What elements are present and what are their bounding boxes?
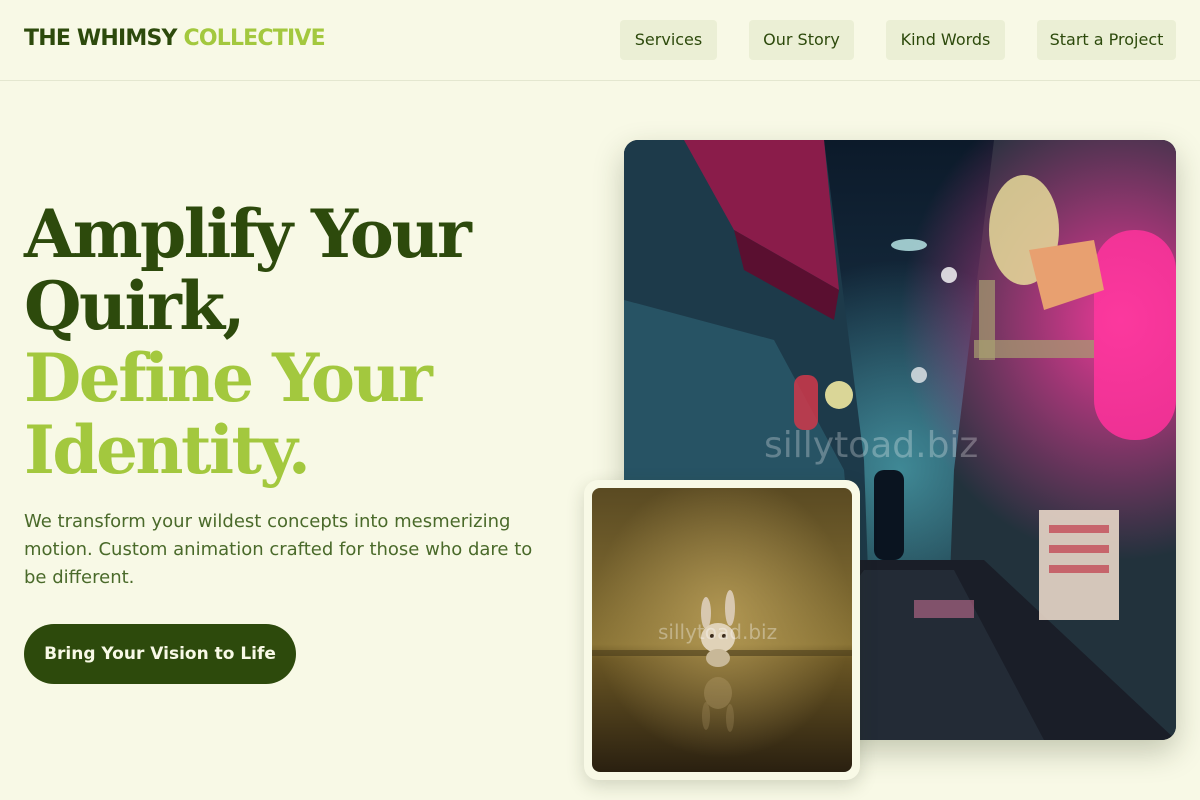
- secondary-image-frame: sillytoad.biz: [584, 480, 860, 780]
- bunny-image: sillytoad.biz: [592, 488, 852, 772]
- logo-text-dark: THE WHIMSY: [24, 26, 177, 51]
- hero-headline: Amplify Your Quirk, Define Your Identity…: [24, 198, 584, 486]
- site-header: THE WHIMSY COLLECTIVE Services Our Story…: [0, 0, 1200, 81]
- main-image-watermark: sillytoad.biz: [764, 425, 979, 466]
- hero-subtext: We transform your wildest concepts into …: [24, 511, 533, 588]
- headline-line-1: Amplify Your: [24, 195, 472, 273]
- cta-button[interactable]: Bring Your Vision to Life: [24, 624, 296, 684]
- small-image-watermark: sillytoad.biz: [658, 620, 778, 644]
- headline-line-3: Define Your: [24, 339, 433, 417]
- headline-line-2: Quirk,: [24, 267, 246, 345]
- logo-text-lime: COLLECTIVE: [183, 26, 326, 51]
- nav-start-project[interactable]: Start a Project: [1037, 20, 1176, 60]
- brand-logo[interactable]: THE WHIMSY COLLECTIVE: [24, 26, 326, 51]
- nav-services[interactable]: Services: [620, 20, 717, 60]
- headline-line-4: Identity.: [24, 411, 311, 489]
- nav-kind-words[interactable]: Kind Words: [886, 20, 1005, 60]
- nav-our-story[interactable]: Our Story: [749, 20, 854, 60]
